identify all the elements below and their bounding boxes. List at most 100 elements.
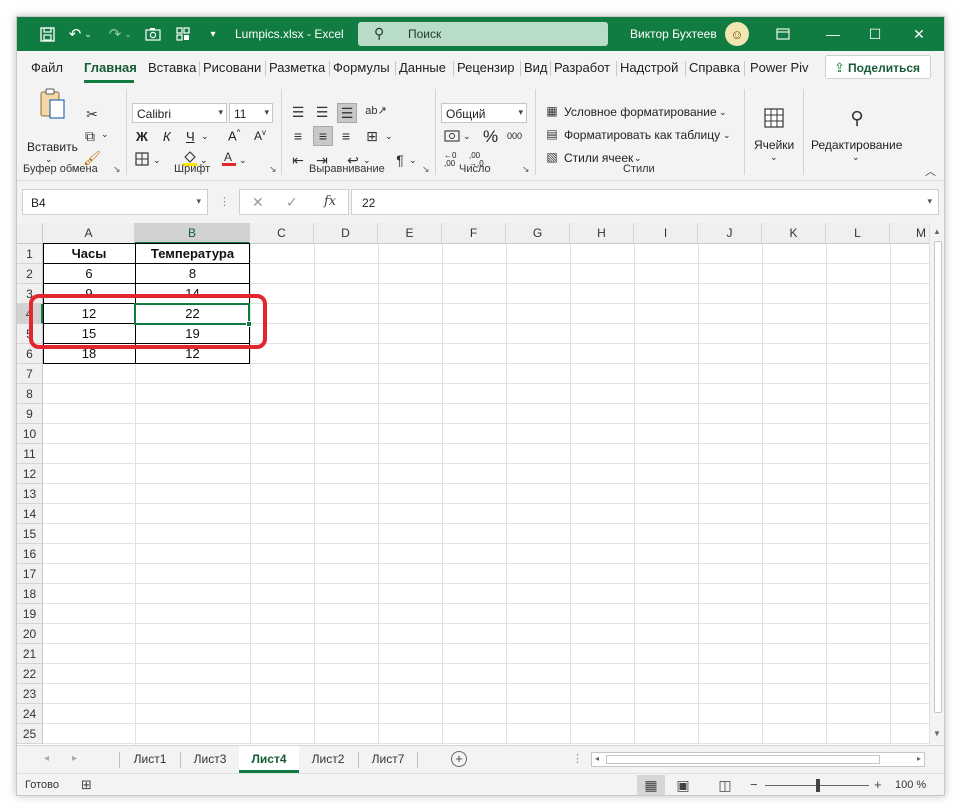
copy-dropdown-icon[interactable]: ⌄ [101, 129, 109, 140]
row-header[interactable]: 15 [17, 524, 43, 544]
cells-icon[interactable] [761, 105, 787, 131]
row-header[interactable]: 11 [17, 444, 43, 464]
cell-a1[interactable]: Часы [43, 244, 135, 264]
row-header[interactable]: 24 [17, 704, 43, 724]
scroll-down-icon[interactable]: ▼ [933, 729, 941, 738]
row-header[interactable]: 10 [17, 424, 43, 444]
row-header[interactable]: 9 [17, 404, 43, 424]
form-icon[interactable] [173, 24, 193, 44]
find-icon[interactable]: ⚲ [844, 105, 870, 131]
scroll-up-icon[interactable]: ▲ [933, 227, 941, 236]
vertical-scrollbar[interactable]: ▲ ▼ [929, 223, 944, 745]
close-icon[interactable]: ✕ [902, 23, 936, 45]
zoom-level[interactable]: 100 % [895, 779, 926, 791]
sheet-tab-2[interactable]: Лист2 [299, 746, 357, 773]
customize-toolbar-icon[interactable]: ▾ [203, 24, 223, 44]
format-as-table-icon[interactable]: ▤ [544, 126, 560, 142]
borders-dropdown-icon[interactable]: ⌄ [153, 155, 161, 166]
italic-button[interactable]: К [163, 129, 171, 144]
zoom-in-icon[interactable]: + [874, 777, 882, 792]
editing-dropdown-icon[interactable]: ⌄ [852, 152, 860, 163]
row-header[interactable]: 16 [17, 544, 43, 564]
paste-label[interactable]: Вставить [27, 140, 78, 154]
row-header[interactable]: 19 [17, 604, 43, 624]
normal-view-icon[interactable]: ▦ [637, 775, 665, 795]
horizontal-scrollbar[interactable]: ◂ ▸ [591, 752, 925, 767]
paste-icon[interactable] [35, 87, 69, 121]
user-name[interactable]: Виктор Бухтеев [630, 27, 717, 41]
rtl-icon[interactable]: ¶ [391, 151, 409, 169]
redo-icon[interactable]: ↷ [105, 24, 125, 44]
redo-dropdown-icon[interactable]: ⌄ [123, 24, 133, 44]
tab-developer[interactable]: Разработ [554, 60, 610, 75]
tab-power-pivot[interactable]: Power Piv [750, 60, 809, 75]
row-header[interactable]: 1 [17, 244, 43, 264]
ribbon-display-options-icon[interactable] [766, 23, 800, 45]
underline-dropdown-icon[interactable]: ⌄ [201, 131, 209, 142]
sheet-prev-icon[interactable]: ◂ [44, 753, 49, 764]
align-right-icon[interactable]: ≡ [337, 127, 355, 145]
scroll-right-icon[interactable]: ▸ [917, 754, 921, 763]
cells-button[interactable]: Ячейки [754, 138, 794, 152]
sheet-tab-3[interactable]: Лист3 [181, 746, 239, 773]
cancel-icon[interactable]: ✕ [252, 194, 264, 211]
column-header-g[interactable]: G [506, 223, 570, 244]
tab-draw[interactable]: Рисовани [203, 60, 261, 75]
tab-split-grip-icon[interactable]: ⋮ [572, 752, 583, 765]
tab-page-layout[interactable]: Разметка [269, 60, 325, 75]
add-sheet-button[interactable]: + [451, 751, 467, 767]
row-header[interactable]: 2 [17, 264, 43, 284]
row-header[interactable]: 25 [17, 724, 43, 744]
conditional-formatting-icon[interactable]: ▦ [544, 103, 560, 119]
expand-formula-bar-icon[interactable]: ▾ [927, 196, 932, 207]
minimize-icon[interactable]: — [816, 23, 850, 45]
row-header[interactable]: 18 [17, 584, 43, 604]
cells-dropdown-icon[interactable]: ⌄ [770, 152, 778, 163]
row-header[interactable]: 20 [17, 624, 43, 644]
row-header[interactable]: 7 [17, 364, 43, 384]
insert-function-button[interactable]: fx [324, 194, 336, 209]
formula-bar-grip-icon[interactable]: ⋮ [219, 195, 230, 208]
align-center-icon[interactable]: ≡ [313, 126, 333, 146]
scroll-left-icon[interactable]: ◂ [595, 754, 599, 763]
horizontal-scroll-thumb[interactable] [606, 755, 880, 764]
thousands-icon[interactable]: 000 [507, 131, 522, 141]
tab-formulas[interactable]: Формулы [333, 60, 390, 75]
align-bottom-icon[interactable]: ☰ [337, 103, 357, 123]
tab-review[interactable]: Рецензир [457, 60, 515, 75]
conditional-formatting-dropdown-icon[interactable]: ⌄ [719, 107, 727, 118]
formula-input[interactable]: 22 ▾ [351, 189, 939, 215]
borders-icon[interactable] [134, 151, 150, 167]
font-name-combo[interactable]: Calibri ▾ [132, 103, 227, 123]
copy-icon[interactable]: ⧉ [81, 127, 99, 145]
cell-styles-icon[interactable]: ▧ [544, 149, 560, 165]
sheet-tab-7[interactable]: Лист7 [359, 746, 417, 773]
tab-file[interactable]: Файл [31, 60, 63, 75]
worksheet-grid[interactable]: A B C D E F G H I J K L M 1 2 3 4 5 6 7 … [17, 223, 929, 745]
column-header-d[interactable]: D [314, 223, 378, 244]
bold-button[interactable]: Ж [136, 129, 148, 144]
cell-b2[interactable]: 8 [135, 264, 250, 284]
tab-view[interactable]: Вид [524, 60, 548, 75]
currency-icon[interactable] [443, 127, 461, 145]
column-header-i[interactable]: I [634, 223, 698, 244]
column-header-j[interactable]: J [698, 223, 762, 244]
tab-home[interactable]: Главная [84, 60, 137, 75]
increase-decimal-icon[interactable]: ←0,00 [444, 152, 456, 168]
sheet-next-icon[interactable]: ▸ [72, 753, 77, 764]
name-box[interactable]: B4 ▾ [22, 189, 208, 215]
select-all-corner[interactable] [17, 223, 43, 244]
row-header[interactable]: 12 [17, 464, 43, 484]
row-header[interactable]: 17 [17, 564, 43, 584]
decrease-indent-icon[interactable]: ⇤ [289, 151, 307, 169]
column-header-f[interactable]: F [442, 223, 506, 244]
column-header-e[interactable]: E [378, 223, 442, 244]
orientation-icon[interactable]: ab↗ [365, 101, 386, 119]
enter-icon[interactable]: ✓ [286, 194, 298, 211]
undo-dropdown-icon[interactable]: ⌄ [83, 24, 93, 44]
row-header[interactable]: 21 [17, 644, 43, 664]
share-button[interactable]: ⇪ Поделиться [825, 55, 931, 79]
sheet-tab-4[interactable]: Лист4 [239, 746, 299, 773]
number-launcher-icon[interactable]: ↘ [522, 164, 530, 175]
underline-button[interactable]: Ч [186, 129, 195, 144]
